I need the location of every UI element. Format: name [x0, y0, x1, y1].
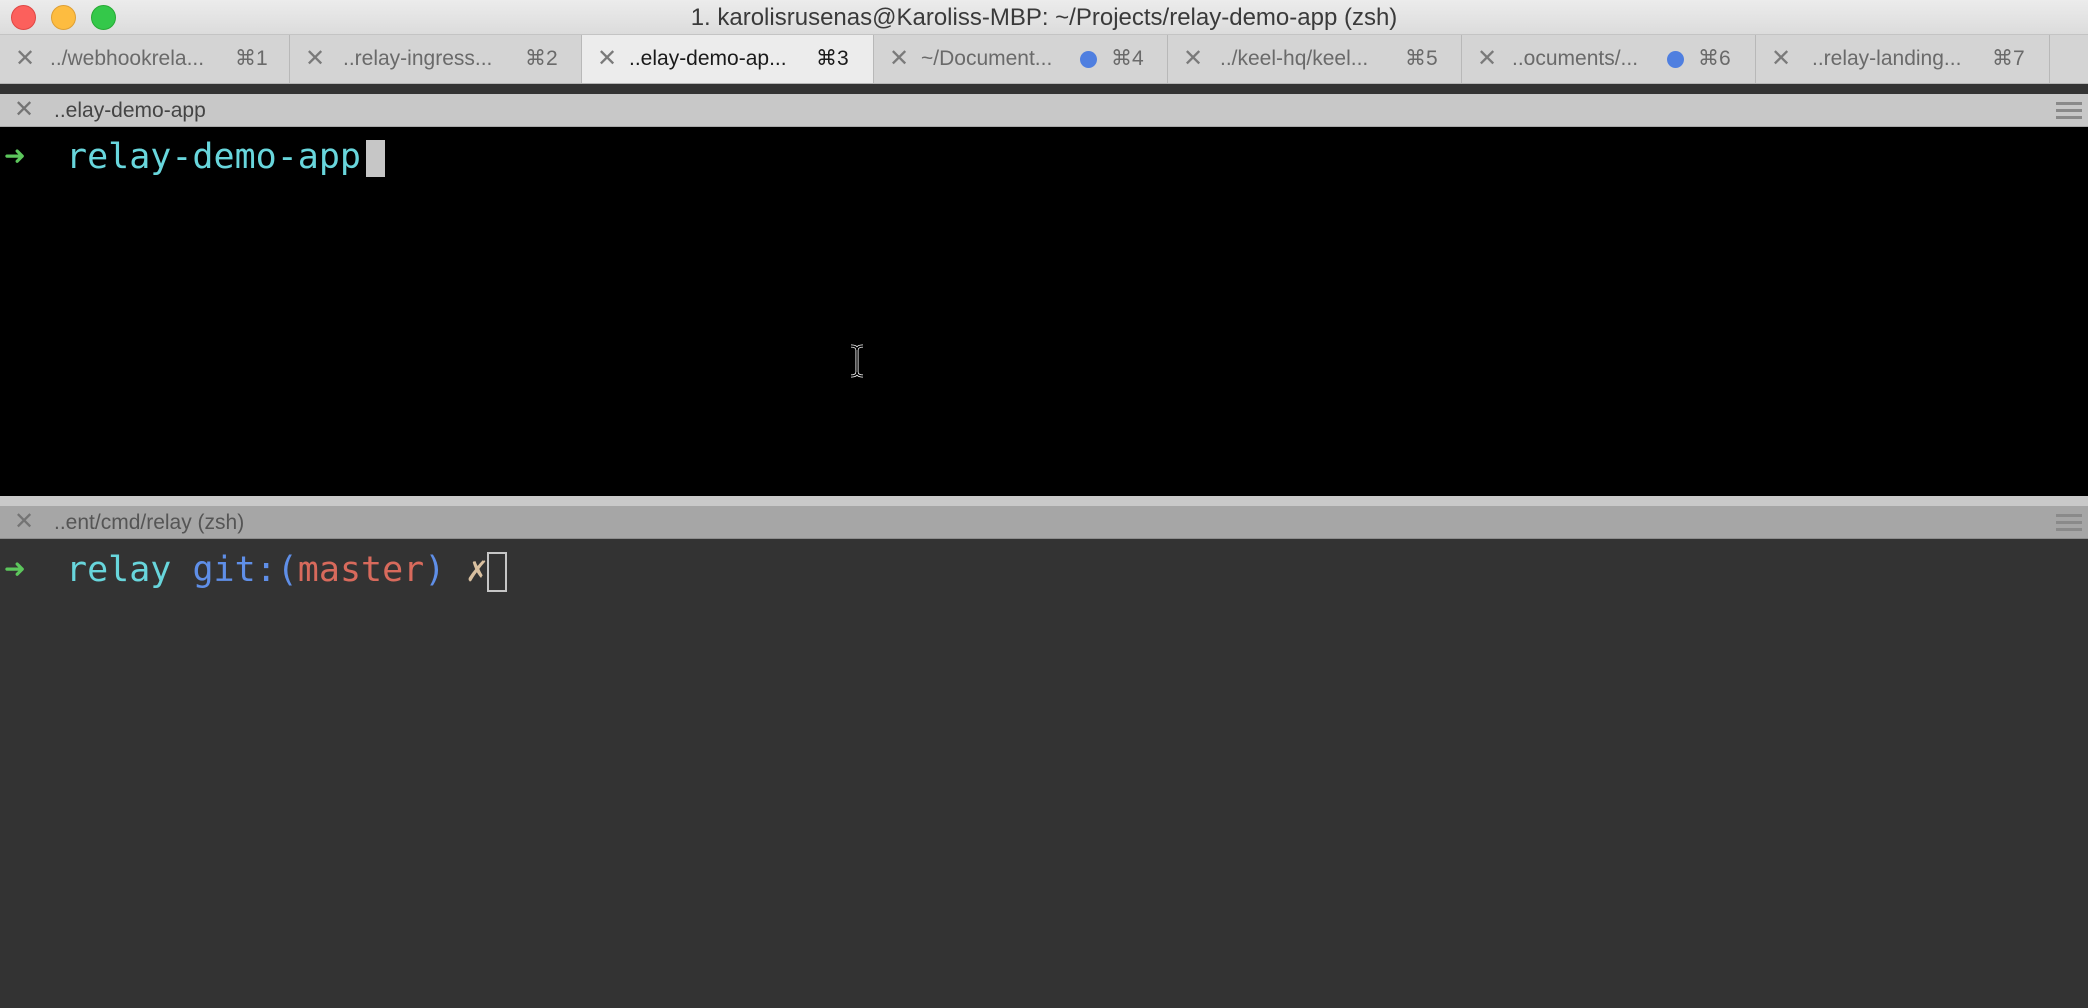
pane-title: ..ent/cmd/relay (zsh): [54, 511, 245, 534]
tab-4[interactable]: ✕ ~/Document... ⌘4: [874, 35, 1168, 83]
tab-label: ../webhookrela...: [50, 47, 205, 70]
tab-shortcut: ⌘4: [1111, 47, 1144, 70]
bottom-terminal-pane[interactable]: [0, 540, 2088, 1008]
split-divider[interactable]: [0, 496, 2088, 506]
tab-1[interactable]: ✕ ../webhookrela... ⌘1: [0, 35, 290, 83]
prompt-arrow-icon: ➜: [4, 137, 26, 177]
pane-title: ..elay-demo-app: [54, 99, 206, 122]
close-icon[interactable]: ✕: [1182, 46, 1204, 72]
tab-bar: ✕ ../webhookrela... ⌘1 ✕ ..relay-ingress…: [0, 35, 2088, 84]
close-icon[interactable]: ✕: [14, 46, 36, 72]
title-bar[interactable]: 1. karolisrusenas@Karoliss-MBP: ~/Projec…: [0, 0, 2088, 35]
top-pane-header[interactable]: ✕ ..elay-demo-app: [0, 94, 2088, 127]
git-dirty-marker: ✗: [466, 550, 488, 590]
prompt-line-text: relay git:(master) ✗: [66, 548, 487, 592]
terminal-cursor: [487, 552, 507, 592]
tab-7[interactable]: ✕ ..relay-landing... ⌘7: [1756, 35, 2050, 83]
activity-dot-icon: [1080, 51, 1097, 68]
tab-label: ..relay-ingress...: [343, 47, 493, 70]
tab-shortcut: ⌘7: [1992, 47, 2025, 70]
prompt-directory: relay: [66, 550, 172, 590]
activity-dot-icon: [1667, 51, 1684, 68]
bottom-pane-header[interactable]: ✕ ..ent/cmd/relay (zsh): [0, 506, 2088, 539]
close-icon[interactable]: ✕: [888, 46, 910, 72]
prompt-directory: relay-demo-app: [66, 137, 362, 177]
close-icon[interactable]: ✕: [596, 46, 618, 72]
tab-label: ../keel-hq/keel...: [1220, 47, 1369, 70]
tab-label: ..ocuments/...: [1512, 47, 1639, 70]
close-icon[interactable]: ✕: [1770, 46, 1792, 72]
tab-shortcut: ⌘6: [1698, 47, 1731, 70]
git-label-open: git:(: [192, 550, 298, 590]
tab-2[interactable]: ✕ ..relay-ingress... ⌘2: [290, 35, 582, 83]
tab-5[interactable]: ✕ ../keel-hq/keel... ⌘5: [1168, 35, 1462, 83]
close-icon[interactable]: ✕: [304, 46, 326, 72]
hamburger-menu-icon[interactable]: [2056, 102, 2082, 120]
close-icon[interactable]: ✕: [12, 97, 36, 123]
close-icon[interactable]: ✕: [1476, 46, 1498, 72]
tab-shortcut: ⌘2: [525, 47, 558, 70]
tab-6[interactable]: ✕ ..ocuments/... ⌘6: [1462, 35, 1756, 83]
git-label-close: ): [424, 550, 446, 590]
top-prompt-line: ➜ relay-demo-app: [0, 135, 361, 179]
tab-shortcut: ⌘3: [816, 47, 849, 70]
window-title: 1. karolisrusenas@Karoliss-MBP: ~/Projec…: [690, 4, 1398, 31]
git-branch: master: [297, 550, 425, 590]
text-ibeam-cursor-icon: [850, 344, 864, 378]
prompt-arrow-icon: ➜: [4, 550, 26, 590]
hamburger-menu-icon[interactable]: [2056, 514, 2082, 532]
tab-shortcut: ⌘1: [235, 47, 268, 70]
terminal-window: 1. karolisrusenas@Karoliss-MBP: ~/Projec…: [0, 0, 2088, 1008]
tab-shortcut: ⌘5: [1405, 47, 1438, 70]
bottom-prompt-line: ➜ relay git:(master) ✗: [0, 548, 487, 592]
tab-label: ~/Document...: [921, 47, 1053, 70]
tab-label: ..relay-landing...: [1812, 47, 1962, 70]
terminal-cursor: [366, 140, 385, 177]
top-terminal-pane[interactable]: [0, 127, 2088, 496]
close-icon[interactable]: ✕: [12, 509, 36, 535]
tab-3[interactable]: ✕ ..elay-demo-ap... ⌘3: [582, 35, 874, 83]
tab-label: ..elay-demo-ap...: [629, 47, 787, 70]
